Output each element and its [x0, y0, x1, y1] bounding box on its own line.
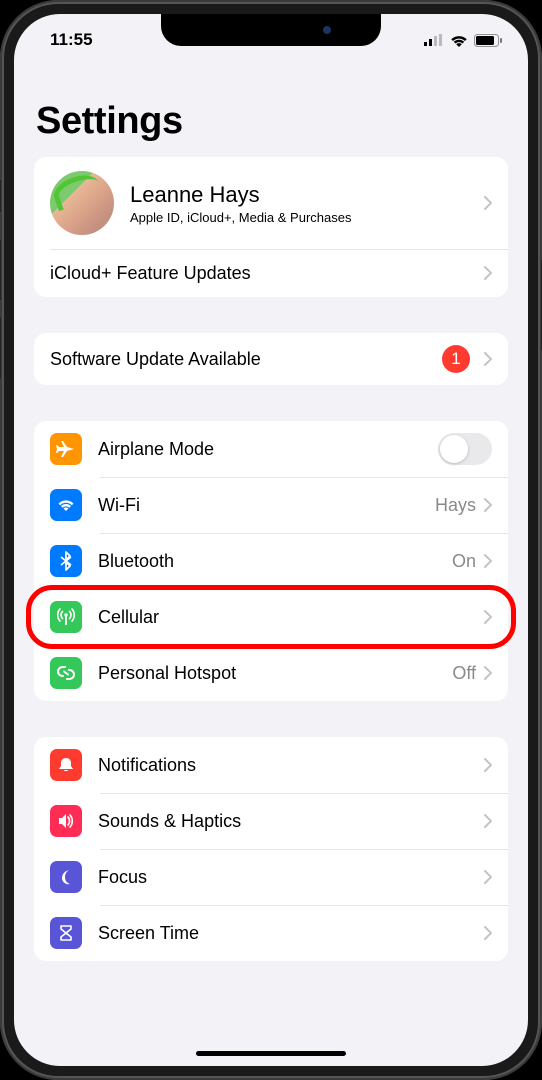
chevron-right-icon	[484, 352, 492, 366]
front-camera	[323, 26, 331, 34]
chevron-right-icon	[484, 610, 492, 624]
chevron-right-icon	[484, 814, 492, 828]
chevron-right-icon	[484, 666, 492, 680]
avatar	[50, 171, 114, 235]
software-update-group: Software Update Available 1	[34, 333, 508, 385]
personal-hotspot-row[interactable]: Personal Hotspot Off	[34, 645, 508, 701]
row-detail: On	[452, 551, 476, 572]
apple-id-row[interactable]: Leanne Hays Apple ID, iCloud+, Media & P…	[34, 157, 508, 249]
phone-device-frame: 11:55 Settings Leanne Hays Apple ID, iCl…	[0, 0, 542, 1080]
row-label: Notifications	[98, 755, 484, 776]
chevron-right-icon	[484, 758, 492, 772]
general-group: Notifications Sounds & Haptics Focus	[34, 737, 508, 961]
bell-icon	[50, 749, 82, 781]
antenna-icon	[50, 601, 82, 633]
row-label: Focus	[98, 867, 484, 888]
bluetooth-row[interactable]: Bluetooth On	[34, 533, 508, 589]
sounds-row[interactable]: Sounds & Haptics	[34, 793, 508, 849]
wifi-row[interactable]: Wi-Fi Hays	[34, 477, 508, 533]
volume-down-button	[0, 318, 1, 378]
cellular-row[interactable]: Cellular	[34, 589, 508, 645]
airplane-toggle[interactable]	[438, 433, 492, 465]
row-label: Airplane Mode	[98, 439, 438, 460]
profile-group: Leanne Hays Apple ID, iCloud+, Media & P…	[34, 157, 508, 297]
page-title: Settings	[36, 100, 508, 143]
airplane-icon	[50, 433, 82, 465]
row-detail: Off	[452, 663, 476, 684]
settings-content[interactable]: Settings Leanne Hays Apple ID, iCloud+, …	[14, 66, 528, 961]
notifications-row[interactable]: Notifications	[34, 737, 508, 793]
row-label: Wi-Fi	[98, 495, 435, 516]
focus-row[interactable]: Focus	[34, 849, 508, 905]
battery-icon	[474, 34, 502, 47]
row-detail: Hays	[435, 495, 476, 516]
chevron-right-icon	[484, 926, 492, 940]
link-icon	[50, 657, 82, 689]
row-label: Software Update Available	[50, 349, 442, 370]
row-label: iCloud+ Feature Updates	[50, 263, 484, 284]
volume-up-button	[0, 240, 1, 300]
hourglass-icon	[50, 917, 82, 949]
notification-badge: 1	[442, 345, 470, 373]
row-label: Bluetooth	[98, 551, 452, 572]
row-label: Cellular	[98, 607, 484, 628]
row-label: Personal Hotspot	[98, 663, 452, 684]
network-group: Airplane Mode Wi-Fi Hays Bluetooth	[34, 421, 508, 701]
moon-icon	[50, 861, 82, 893]
chevron-right-icon	[484, 498, 492, 512]
row-label: Sounds & Haptics	[98, 811, 484, 832]
icloud-feature-updates-row[interactable]: iCloud+ Feature Updates	[34, 249, 508, 297]
chevron-right-icon	[484, 266, 492, 280]
software-update-row[interactable]: Software Update Available 1	[34, 333, 508, 385]
status-time: 11:55	[50, 30, 93, 50]
profile-subtitle: Apple ID, iCloud+, Media & Purchases	[130, 210, 484, 225]
bluetooth-icon	[50, 545, 82, 577]
mute-switch	[0, 180, 1, 212]
chevron-right-icon	[484, 554, 492, 568]
wifi-icon	[450, 34, 468, 47]
cell-signal-icon	[424, 34, 444, 46]
chevron-right-icon	[484, 870, 492, 884]
airplane-mode-row[interactable]: Airplane Mode	[34, 421, 508, 477]
notch	[161, 14, 381, 46]
wifi-settings-icon	[50, 489, 82, 521]
row-label: Screen Time	[98, 923, 484, 944]
screen-time-row[interactable]: Screen Time	[34, 905, 508, 961]
chevron-right-icon	[484, 196, 492, 210]
profile-name: Leanne Hays	[130, 182, 484, 208]
home-indicator[interactable]	[196, 1051, 346, 1056]
speaker-icon	[50, 805, 82, 837]
screen: 11:55 Settings Leanne Hays Apple ID, iCl…	[14, 14, 528, 1066]
status-icons	[424, 34, 502, 47]
